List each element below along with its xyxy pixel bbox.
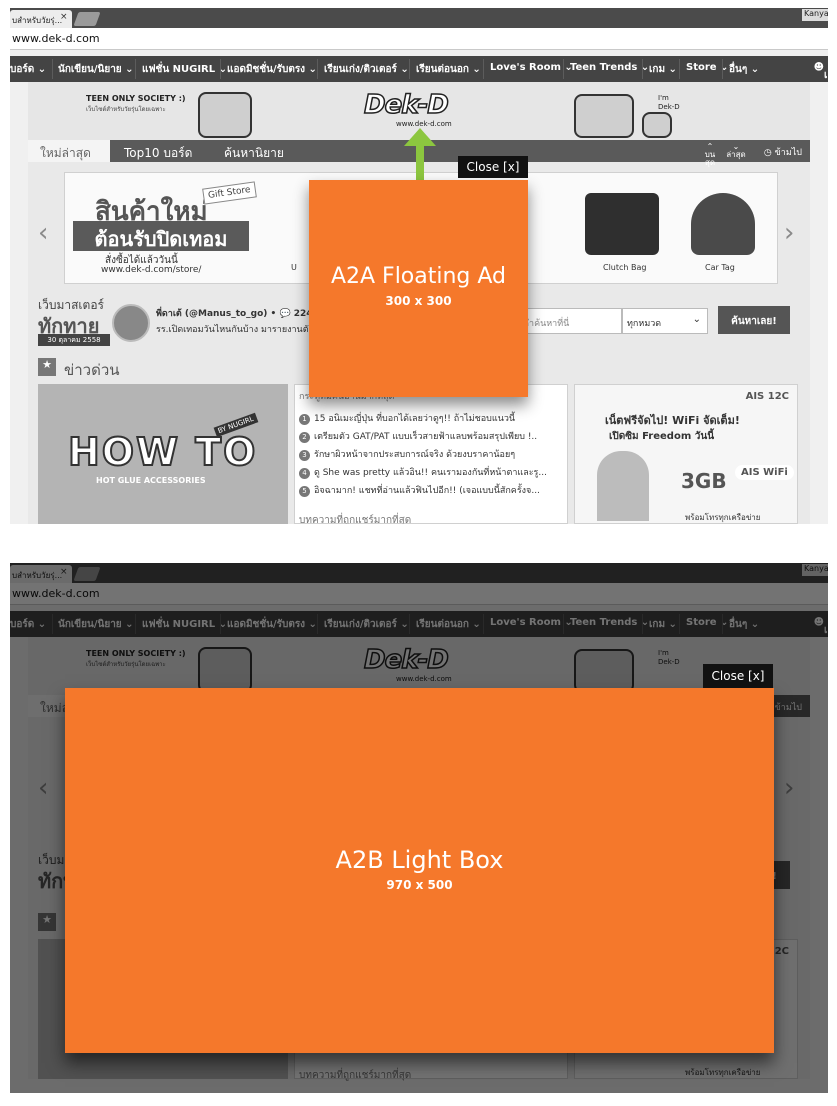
tab-title: บสำหรับวัยรุ่... — [12, 16, 63, 25]
close-button[interactable]: Close [x] — [703, 664, 773, 688]
ad-title: A2A Floating Ad — [330, 264, 507, 289]
ad-size: 300 x 300 — [385, 294, 452, 308]
howto-sub: HOT GLUE ACCESSORIES — [96, 476, 206, 485]
list-item[interactable]: 5 อิจฉามาก! แชทที่อ่านแล้วฟินไปอีก!! (เจอ… — [299, 483, 565, 497]
ais-3gb: 3GB — [681, 469, 727, 493]
slider-next-icon[interactable]: › — [784, 218, 794, 248]
skip-button[interactable]: ◷ ข้ามไป — [764, 145, 802, 159]
list-item[interactable]: 2 เตรียมตัว GAT/PAT แบบเร็วสายฟ้าแลบพร้อม… — [299, 429, 565, 443]
nav-item[interactable]: นักเขียน/นิยาย ⌄ — [58, 62, 134, 77]
user-icon[interactable]: ☻ เ — [814, 62, 828, 81]
search-input[interactable]: คำค้นหาที่นี่ — [518, 308, 622, 334]
ad-title: A2B Light Box — [335, 846, 504, 874]
ais-line1: เน็ตฟรีจัดไป! WiFi จัดเต็ม! — [605, 414, 740, 427]
nav-item[interactable]: แฟชั่น NUGIRL ⌄ — [142, 62, 227, 77]
nav-item[interactable]: เรียนเก่ง/ติวเตอร์ ⌄ — [324, 62, 409, 77]
nav-item[interactable]: บอร์ด ⌄ — [10, 62, 46, 77]
search-button[interactable]: ค้นหาเลย! — [718, 306, 790, 334]
promo-banner: ต้อนรับปิดเทอม — [73, 221, 249, 251]
gift-store-tag: Gift Store — [202, 181, 257, 205]
category-select[interactable]: ทุกหมวด ⌄ — [622, 308, 708, 334]
list-footer: บทความที่ถูกแชร์มากที่สุด — [299, 515, 412, 524]
lightbox-ad[interactable]: A2B Light Box 970 x 500 — [65, 688, 774, 1053]
close-button[interactable]: Close [x] — [458, 156, 528, 178]
popular-list: กระทู้ที่มีคนอ่านมากที่สุด 1 15 อนิเมะญี่… — [294, 384, 568, 524]
ad-size: 970 x 500 — [386, 878, 453, 892]
latest-icon[interactable]: ⌄ ล่าสุด — [726, 143, 746, 159]
tab-search-novel[interactable]: ค้นหานิยาย — [224, 140, 284, 162]
site-logo[interactable]: Dek-D — [363, 89, 449, 121]
nav-item[interactable]: Teen Trends ⌄ — [570, 62, 649, 73]
nav-item[interactable]: เรียนต่อนอก ⌄ — [416, 62, 481, 77]
product-clutch-bag[interactable] — [585, 193, 659, 255]
list-item[interactable]: 1 15 อนิเมะญี่ปุ่น ที่บอกได้เลยว่าดูๆ!! ถ… — [299, 411, 565, 425]
ais-line2: เปิดซิม Freedom วันนี้ — [609, 431, 715, 442]
browser-tab[interactable]: บสำหรับวัยรุ่...× — [10, 10, 72, 28]
howto-title: HOW TO — [67, 429, 258, 475]
product-label: U — [291, 263, 297, 272]
top-icon[interactable]: ⌃ บนสุด — [700, 143, 720, 167]
webmaster-message[interactable]: รร.เปิดเทอมวันไหนกันบ้าง มารายงานตัว — [156, 322, 314, 336]
avatar[interactable] — [112, 304, 150, 342]
nav-item[interactable]: แอดมิชชั่น/รับตรง ⌄ — [227, 62, 317, 77]
floating-ad[interactable]: A2A Floating Ad 300 x 300 — [309, 180, 528, 397]
nav-item[interactable]: อื่นๆ ⌄ — [729, 62, 759, 77]
ais-footer: พร้อมโทรทุกเครือข่าย — [685, 513, 761, 522]
mascot-left — [198, 92, 252, 138]
url-text: www.dek-d.com — [12, 32, 100, 45]
close-icon[interactable]: × — [60, 12, 68, 22]
list-item[interactable]: 3 รักษาผิวหน้าจากประสบการณ์จริง ด้วยงบราค… — [299, 447, 565, 461]
site-nav: บอร์ด ⌄ นักเขียน/นิยาย ⌄ แฟชั่น NUGIRL ⌄… — [10, 56, 828, 82]
howto-image[interactable]: HOW TO BY NUGIRL HOT GLUE ACCESSORIES — [38, 384, 288, 524]
nav-item[interactable]: Love's Room ⌄ — [490, 62, 573, 73]
mascot-right — [574, 94, 634, 138]
list-item[interactable]: 4 ดู She was pretty แล้วอิน!! คนเรามองกัน… — [299, 465, 565, 479]
ais-logo: AIS 12C — [745, 391, 789, 402]
teen-sub: เว็บไซต์สำหรับวัยรุ่นโดยเฉพาะ — [86, 106, 166, 113]
new-tab-button[interactable] — [73, 12, 101, 26]
ais-ad[interactable]: AIS 12C เน็ตฟรีจัดไป! WiFi จัดเต็ม! เปิด… — [574, 384, 798, 524]
address-bar[interactable]: www.dek-d.com — [10, 28, 828, 50]
teen-label: TEEN ONLY SOCIETY :) — [86, 94, 186, 103]
chevron-down-icon: ⌄ — [692, 314, 701, 325]
ais-wifi: AIS WiFi — [735, 465, 794, 480]
user-label: Kanya — [802, 9, 828, 21]
im-dekd-label: I'mDek-D — [658, 94, 680, 111]
ais-model-image — [597, 451, 649, 521]
logo-url: www.dek-d.com — [396, 120, 452, 128]
news-heading: ข่าวด่วน — [64, 361, 120, 379]
date-badge: 30 ตุลาคม 2558 — [38, 334, 110, 346]
tab-top10[interactable]: Top10 บอร์ด — [124, 140, 192, 162]
product-label: Clutch Bag — [603, 263, 647, 272]
product-car-tag[interactable] — [691, 193, 755, 255]
promo-url[interactable]: www.dek-d.com/store/ — [101, 265, 201, 275]
product-label: Car Tag — [705, 263, 735, 272]
tab-latest[interactable]: ใหม่ล่าสุด — [28, 140, 110, 162]
nav-item[interactable]: เกม ⌄ — [649, 62, 677, 77]
browser-tabbar: บสำหรับวัยรุ่...× Kanya — [10, 8, 828, 28]
mascot-small — [642, 112, 672, 138]
star-icon: ★ — [38, 358, 56, 376]
slider-prev-icon[interactable]: ‹ — [38, 218, 48, 248]
